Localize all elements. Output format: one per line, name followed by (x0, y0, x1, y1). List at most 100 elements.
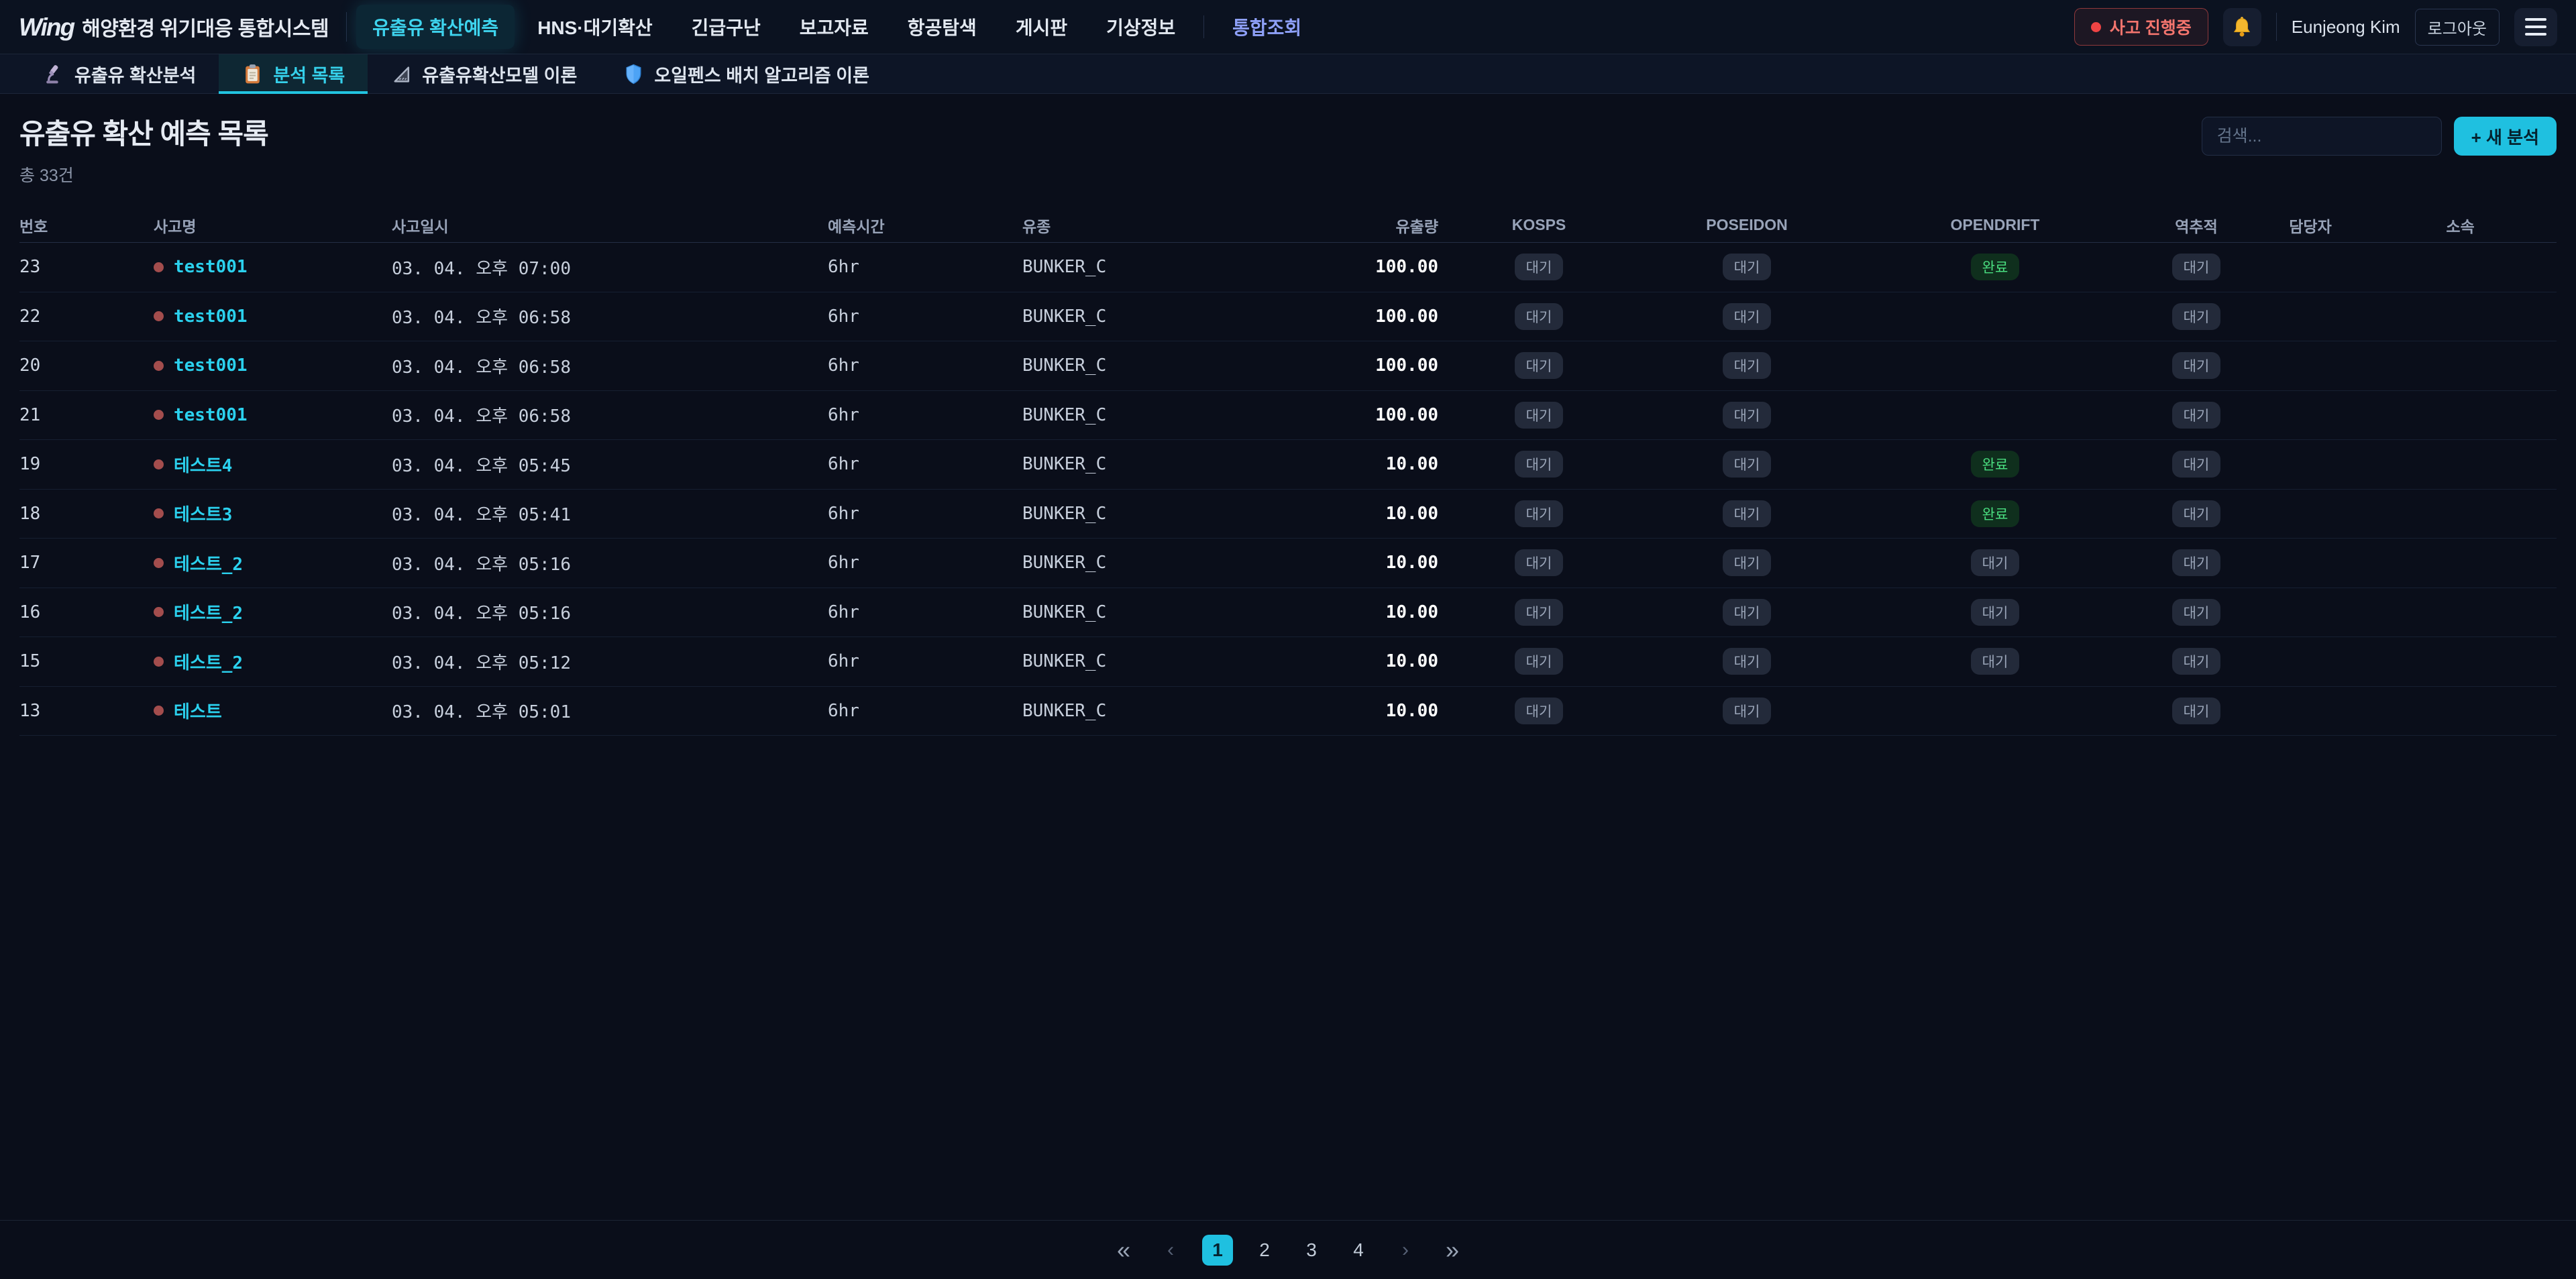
table-row[interactable]: 20test00103. 04. 오후 06:586hrBUNKER_C100.… (19, 341, 2557, 391)
incident-name-link[interactable]: 테스트4 (174, 452, 232, 477)
incident-dot-icon (2091, 22, 2101, 32)
nav-item-7[interactable]: 기상정보 (1090, 5, 1191, 49)
opendrift-status-cell: 완료 (1971, 500, 2020, 527)
tab-3[interactable]: 유출유확산모델 이론 (368, 54, 600, 93)
table-row[interactable]: 17테스트_203. 04. 오후 05:166hrBUNKER_C10.00대… (19, 539, 2557, 588)
poseidon-status-cell: 대기 (1723, 549, 1772, 576)
notifications-button[interactable] (2223, 8, 2261, 46)
opendrift-status-cell: 대기 (1971, 648, 2020, 675)
status-badge: 대기 (1723, 451, 1772, 478)
incident-name-link[interactable]: test001 (174, 257, 248, 277)
status-badge: 대기 (1515, 303, 1564, 330)
table-row[interactable]: 23test00103. 04. 오후 07:006hrBUNKER_C100.… (19, 243, 2557, 292)
poseidon-status-cell: 대기 (1723, 500, 1772, 527)
kosps-status-cell: 대기 (1515, 352, 1564, 379)
pagination-last[interactable]: » (1437, 1235, 1468, 1266)
incident-name-link[interactable]: 테스트_2 (174, 600, 243, 624)
oil-type-cell: BUNKER_C (1022, 454, 1344, 474)
pagination-first[interactable]: « (1108, 1235, 1139, 1266)
pagination-page-2[interactable]: 2 (1249, 1235, 1280, 1266)
table-row[interactable]: 16테스트_203. 04. 오후 05:166hrBUNKER_C10.00대… (19, 588, 2557, 638)
table-row[interactable]: 22test00103. 04. 오후 06:586hrBUNKER_C100.… (19, 292, 2557, 342)
row-number-cell: 22 (19, 307, 154, 327)
table-row[interactable]: 19테스트403. 04. 오후 05:456hrBUNKER_C10.00대기… (19, 440, 2557, 490)
incident-name-link[interactable]: test001 (174, 355, 248, 376)
incident-name-link[interactable]: 테스트_2 (174, 649, 243, 674)
incident-status-badge[interactable]: 사고 진행중 (2074, 8, 2208, 46)
prediction-duration-cell: 6hr (828, 405, 1022, 425)
incident-datetime-cell: 03. 04. 오후 06:58 (392, 304, 828, 329)
status-badge: 대기 (2172, 549, 2221, 576)
kosps-status-cell: 대기 (1515, 451, 1564, 478)
row-number-cell: 21 (19, 405, 154, 425)
status-badge: 대기 (2172, 303, 2221, 330)
logo-mark: Wing (19, 13, 74, 42)
table-row[interactable]: 21test00103. 04. 오후 06:586hrBUNKER_C100.… (19, 391, 2557, 441)
column-header: POSEIDON (1706, 216, 1787, 234)
tab-4[interactable]: 오일펜스 배치 알고리즘 이론 (600, 54, 892, 93)
search-input[interactable] (2202, 117, 2442, 156)
column-header: 예측시간 (828, 214, 1022, 237)
tab-1[interactable]: 유출유 확산분석 (20, 54, 219, 93)
incident-name-link[interactable]: test001 (174, 405, 248, 425)
oil-type-cell: BUNKER_C (1022, 651, 1344, 671)
nav-item-2[interactable]: HNS·대기확산 (521, 5, 668, 49)
incident-dot-icon (154, 410, 164, 420)
nav-item-1[interactable]: 유출유 확산예측 (356, 5, 515, 49)
incident-name-link[interactable]: 테스트_2 (174, 551, 243, 575)
main-content: 유출유 확산 예측 목록 총 33건 + 새 분석 번호사고명사고일시예측시간유… (0, 94, 2576, 1220)
oil-type-cell: BUNKER_C (1022, 257, 1344, 277)
pagination-page-3[interactable]: 3 (1296, 1235, 1327, 1266)
column-header: 소속 (2446, 214, 2474, 237)
table-row[interactable]: 13테스트03. 04. 오후 05:016hrBUNKER_C10.00대기대… (19, 687, 2557, 736)
poseidon-status-cell: 대기 (1723, 451, 1772, 478)
nav-item-3[interactable]: 긴급구난 (676, 5, 777, 49)
incident-name-link[interactable]: 테스트 (174, 698, 222, 723)
pagination-next[interactable]: › (1390, 1235, 1421, 1266)
row-number-cell: 19 (19, 454, 154, 474)
nav-item-5[interactable]: 항공탐색 (892, 5, 993, 49)
table-row[interactable]: 18테스트303. 04. 오후 05:416hrBUNKER_C10.00대기… (19, 490, 2557, 539)
status-badge: 대기 (1723, 500, 1772, 527)
status-badge: 대기 (1515, 500, 1564, 527)
page-title: 유출유 확산 예측 목록 (19, 111, 268, 152)
backtrack-status-cell: 대기 (2172, 303, 2221, 330)
status-badge: 대기 (1723, 402, 1772, 429)
poseidon-status-cell: 대기 (1723, 303, 1772, 330)
incident-name-link[interactable]: 테스트3 (174, 501, 232, 526)
app-logo[interactable]: Wing 해양환경 위기대응 통합시스템 (19, 12, 329, 42)
logout-button[interactable]: 로그아웃 (2415, 9, 2500, 46)
prediction-table: 번호사고명사고일시예측시간유종유출량KOSPSPOSEIDONOPENDRIFT… (19, 186, 2557, 736)
new-analysis-button[interactable]: + 새 분석 (2454, 117, 2557, 156)
status-badge: 대기 (2172, 599, 2221, 626)
tab-2[interactable]: 분석 목록 (219, 54, 368, 93)
ruler-icon (390, 63, 413, 85)
table-row[interactable]: 15테스트_203. 04. 오후 05:126hrBUNKER_C10.00대… (19, 637, 2557, 687)
pagination-prev[interactable]: ‹ (1155, 1235, 1186, 1266)
backtrack-status-cell: 대기 (2172, 500, 2221, 527)
spill-amount-cell: 10.00 (1386, 553, 1438, 573)
poseidon-status-cell: 대기 (1723, 648, 1772, 675)
status-badge: 대기 (1723, 698, 1772, 724)
column-header: 번호 (19, 214, 154, 237)
status-badge: 대기 (1515, 698, 1564, 724)
tab-label: 유출유확산모델 이론 (422, 61, 577, 87)
spill-amount-cell: 10.00 (1386, 504, 1438, 524)
kosps-status-cell: 대기 (1515, 648, 1564, 675)
incident-name-link[interactable]: test001 (174, 307, 248, 327)
user-name: Eunjeong Kim (2292, 17, 2400, 38)
nav-item-8[interactable]: 통합조회 (1216, 5, 1318, 49)
page-head: 유출유 확산 예측 목록 총 33건 + 새 분석 (19, 111, 2557, 186)
kosps-status-cell: 대기 (1515, 254, 1564, 280)
shield-icon (623, 63, 645, 85)
nav-item-4[interactable]: 보고자료 (784, 5, 885, 49)
column-header: OPENDRIFT (1951, 216, 2040, 234)
pagination-page-1[interactable]: 1 (1202, 1235, 1233, 1266)
nav-item-6[interactable]: 게시판 (1000, 5, 1083, 49)
incident-dot-icon (154, 657, 164, 667)
incident-name-cell: 테스트_2 (154, 551, 392, 575)
incident-datetime-cell: 03. 04. 오후 07:00 (392, 255, 828, 280)
pagination-page-4[interactable]: 4 (1343, 1235, 1374, 1266)
hamburger-menu-button[interactable] (2514, 8, 2557, 46)
incident-dot-icon (154, 607, 164, 617)
